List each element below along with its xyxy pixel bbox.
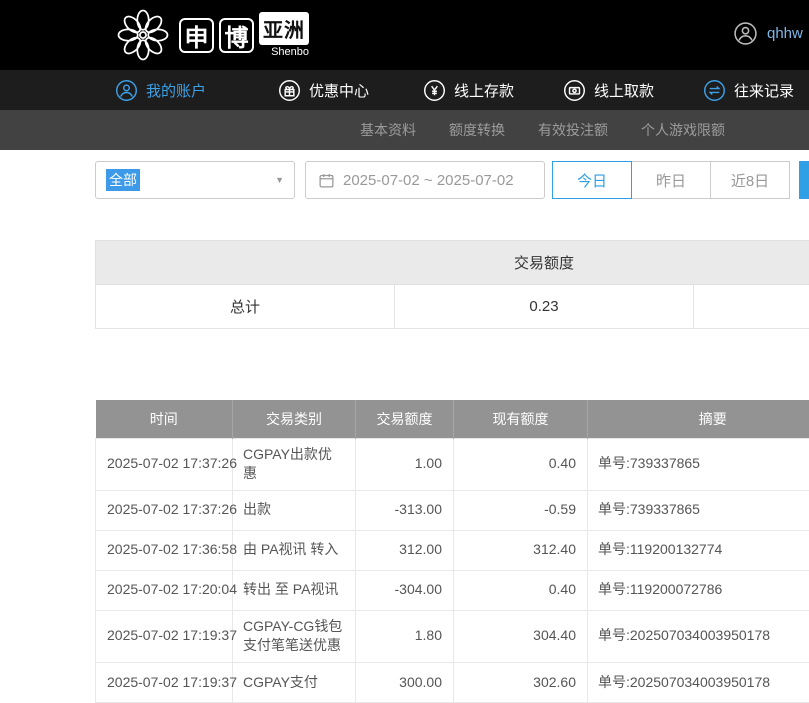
nav-item-online-deposit[interactable]: 线上存款 — [423, 70, 514, 110]
table-row: 2025-07-02 17:36:58 由 PA视讯 转入 312.00 312… — [96, 530, 809, 570]
summary-row: 总计 0.23 — [96, 285, 809, 329]
logo[interactable]: 申 博 亚洲 Shenbo — [112, 7, 309, 63]
cell-memo: 单号:739337865 — [588, 490, 809, 530]
top-header: 申 博 亚洲 Shenbo qhhw — [0, 0, 809, 70]
cell-type: 由 PA视讯 转入 — [233, 530, 356, 570]
main-nav: 我的账户 优惠中心 线上存款 线上取款 — [0, 70, 809, 110]
search-button[interactable] — [799, 161, 809, 199]
subnav-item-basic-info[interactable]: 基本资料 — [360, 110, 416, 150]
cell-amount: 1.00 — [356, 438, 454, 490]
nav-item-label: 优惠中心 — [309, 80, 369, 101]
quick-range-today-button[interactable]: 今日 — [552, 161, 632, 199]
calendar-icon — [318, 172, 335, 189]
column-header-balance: 现有额度 — [454, 400, 588, 438]
date-range-input[interactable]: 2025-07-02 ~ 2025-07-02 — [305, 161, 545, 199]
logo-subtitle: Shenbo — [271, 46, 309, 58]
dropdown-selected-value: 全部 — [106, 169, 140, 191]
nav-item-transaction-records[interactable]: 往来记录 — [703, 70, 794, 110]
quick-range-last8days-button[interactable]: 近8日 — [710, 161, 790, 199]
table-row: 2025-07-02 17:19:37 CGPAY支付 300.00 302.6… — [96, 662, 809, 702]
transaction-type-dropdown[interactable]: 全部 ▼ — [95, 161, 295, 199]
column-header-amount: 交易额度 — [356, 400, 454, 438]
cell-balance: 0.40 — [454, 438, 588, 490]
cell-type: CGPAY-CG钱包支付笔笔送优惠 — [233, 610, 356, 662]
promo-icon — [278, 79, 301, 102]
nav-item-label: 我的账户 — [146, 80, 206, 101]
cell-time: 2025-07-02 17:37:26 — [96, 490, 233, 530]
deposit-icon — [423, 79, 446, 102]
cell-memo: 单号:202507034003950178 — [588, 610, 809, 662]
cell-balance: 0.40 — [454, 570, 588, 610]
cell-balance: -0.59 — [454, 490, 588, 530]
records-icon — [703, 79, 726, 102]
subnav-item-game-limits[interactable]: 个人游戏限额 — [641, 110, 725, 150]
transactions-table: 时间 交易类别 交易额度 现有额度 摘要 2025-07-02 17:37:26… — [95, 400, 809, 703]
cell-type: 出款 — [233, 490, 356, 530]
cell-amount: -304.00 — [356, 570, 454, 610]
column-header-memo: 摘要 — [588, 400, 809, 438]
column-header-type: 交易类别 — [233, 400, 356, 438]
cell-balance: 312.40 — [454, 530, 588, 570]
transactions-header-row: 时间 交易类别 交易额度 现有额度 摘要 — [96, 400, 809, 438]
cell-balance: 302.60 — [454, 662, 588, 702]
flower-pinwheel-icon — [112, 7, 174, 63]
logo-region-text: 亚洲 — [259, 12, 309, 45]
nav-item-label: 线上取款 — [594, 80, 654, 101]
cell-type: CGPAY支付 — [233, 662, 356, 702]
cell-time: 2025-07-02 17:19:37 — [96, 662, 233, 702]
table-row: 2025-07-02 17:20:04 转出 至 PA视讯 -304.00 0.… — [96, 570, 809, 610]
cell-time: 2025-07-02 17:19:37 — [96, 610, 233, 662]
column-header-time: 时间 — [96, 400, 233, 438]
subnav-item-valid-bets[interactable]: 有效投注额 — [538, 110, 608, 150]
cell-type: CGPAY出款优惠 — [233, 438, 356, 490]
table-row: 2025-07-02 17:37:26 CGPAY出款优惠 1.00 0.40 … — [96, 438, 809, 490]
nav-item-label: 往来记录 — [734, 80, 794, 101]
logo-char-box: 申 — [179, 18, 214, 53]
summary-table-title: 交易额度 — [96, 241, 809, 285]
user-account-button[interactable]: qhhw — [733, 21, 803, 46]
summary-total-value: 0.23 — [395, 285, 694, 329]
cell-amount: 1.80 — [356, 610, 454, 662]
cell-type: 转出 至 PA视讯 — [233, 570, 356, 610]
cell-amount: -313.00 — [356, 490, 454, 530]
chevron-down-icon: ▼ — [275, 175, 284, 185]
avatar-icon — [733, 21, 758, 46]
cell-memo: 单号:119200072786 — [588, 570, 809, 610]
summary-empty-cell — [694, 285, 809, 329]
account-icon — [115, 79, 138, 102]
table-row: 2025-07-02 17:37:26 出款 -313.00 -0.59 单号:… — [96, 490, 809, 530]
cell-memo: 单号:202507034003950178 — [588, 662, 809, 702]
summary-total-label: 总计 — [96, 285, 395, 329]
cell-time: 2025-07-02 17:37:26 — [96, 438, 233, 490]
date-range-value: 2025-07-02 ~ 2025-07-02 — [343, 172, 514, 189]
table-row: 2025-07-02 17:19:37 CGPAY-CG钱包支付笔笔送优惠 1.… — [96, 610, 809, 662]
nav-item-promo-center[interactable]: 优惠中心 — [278, 70, 369, 110]
nav-item-label: 线上存款 — [454, 80, 514, 101]
logo-char-box: 博 — [219, 18, 254, 53]
withdraw-icon — [563, 79, 586, 102]
cell-memo: 单号:119200132774 — [588, 530, 809, 570]
quick-range-yesterday-button[interactable]: 昨日 — [631, 161, 711, 199]
username: qhhw — [767, 25, 803, 42]
cell-amount: 312.00 — [356, 530, 454, 570]
cell-memo: 单号:739337865 — [588, 438, 809, 490]
summary-table: 交易额度 总计 0.23 — [95, 240, 809, 329]
nav-item-my-account[interactable]: 我的账户 — [115, 70, 206, 110]
cell-time: 2025-07-02 17:20:04 — [96, 570, 233, 610]
account-sub-nav: 基本资料 额度转换 有效投注额 个人游戏限额 — [0, 110, 809, 150]
subnav-item-quota-transfer[interactable]: 额度转换 — [449, 110, 505, 150]
cell-time: 2025-07-02 17:36:58 — [96, 530, 233, 570]
nav-item-online-withdraw[interactable]: 线上取款 — [563, 70, 654, 110]
cell-amount: 300.00 — [356, 662, 454, 702]
cell-balance: 304.40 — [454, 610, 588, 662]
